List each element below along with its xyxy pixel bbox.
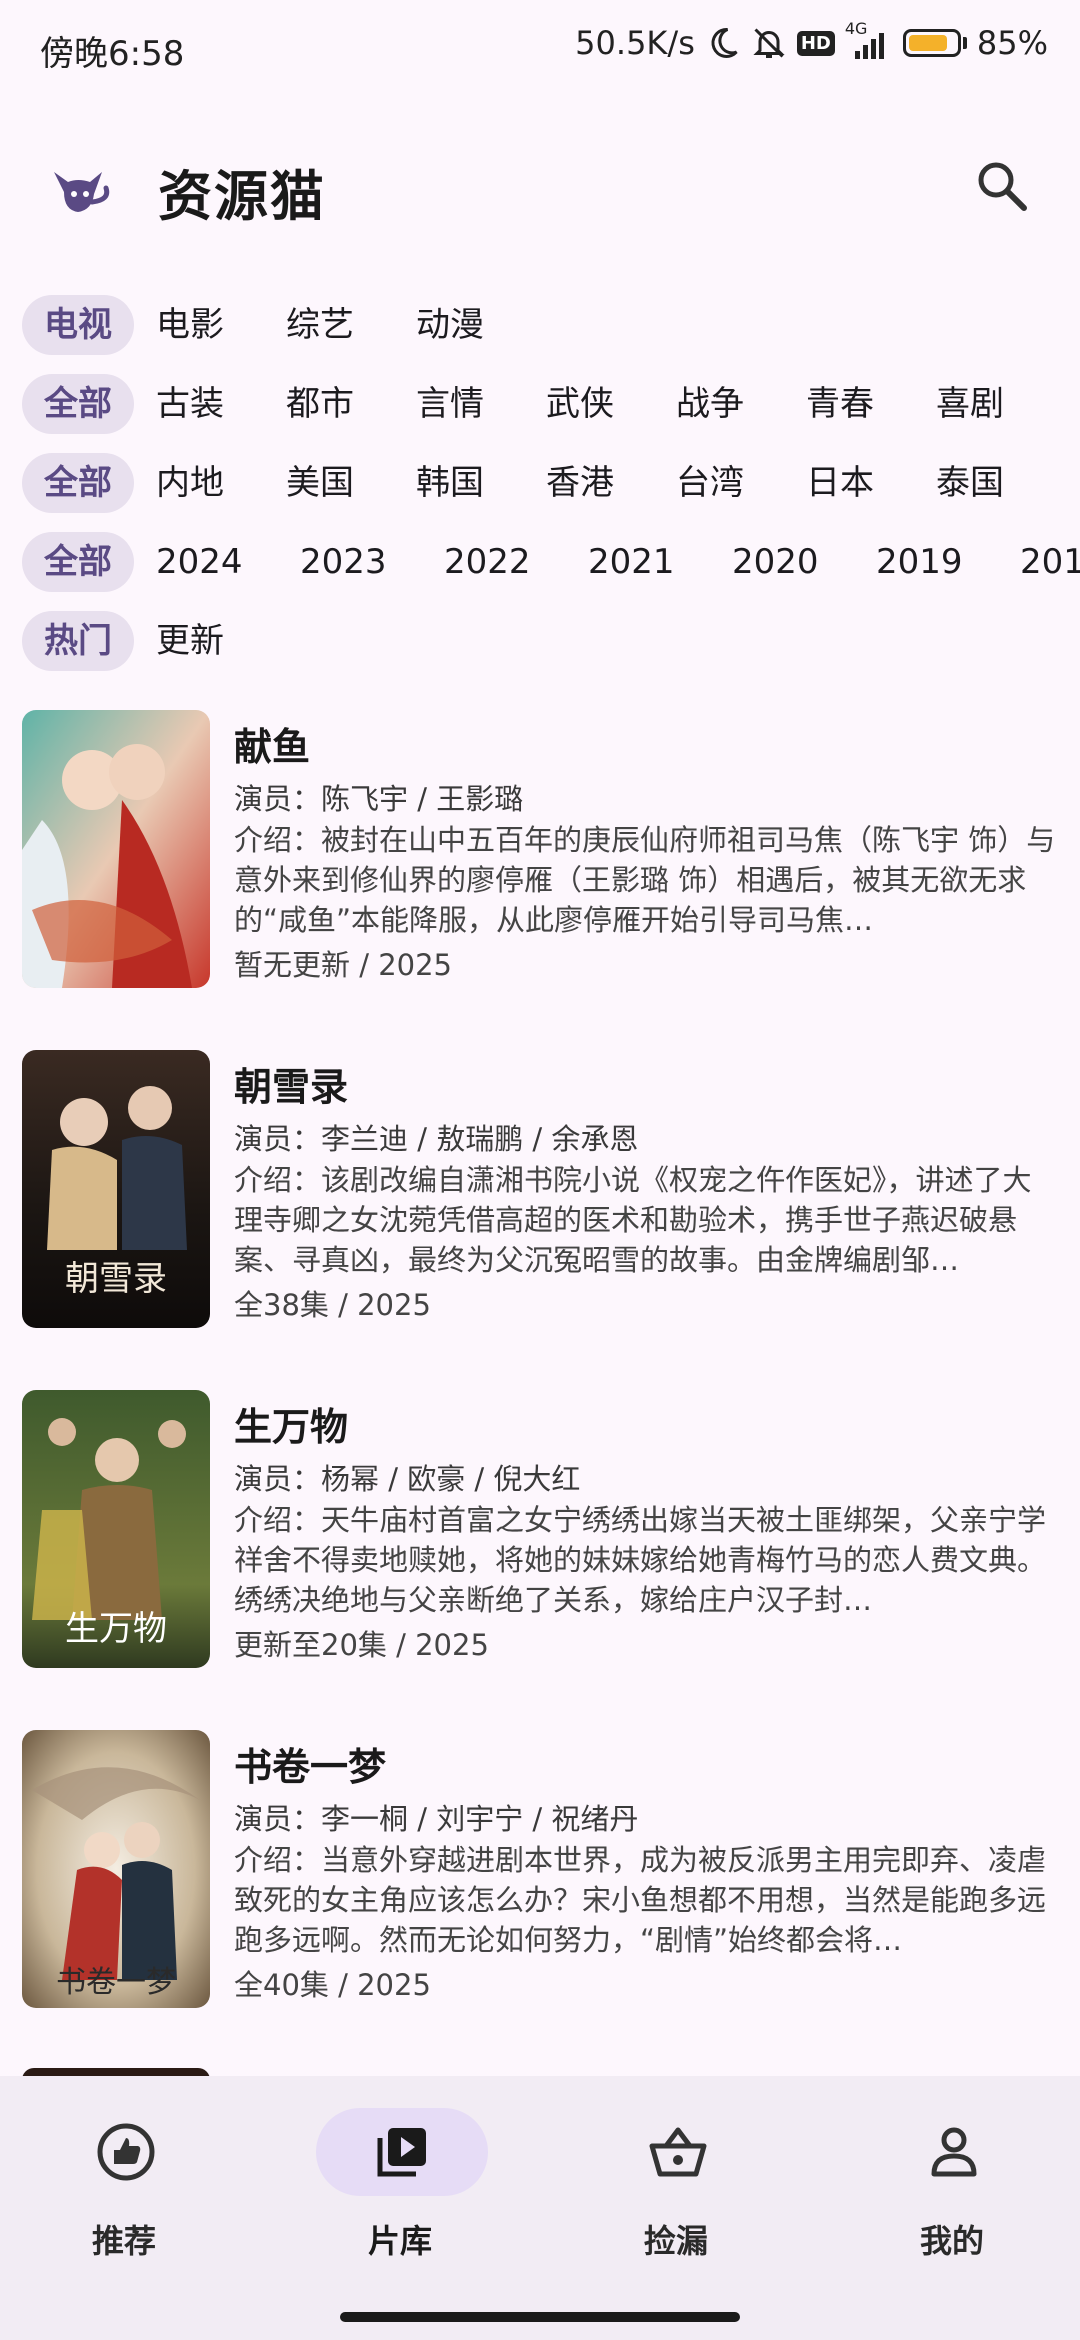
moon-icon: [705, 25, 741, 61]
nav-label: 推荐: [91, 2222, 156, 2260]
status-bar: 傍晚6:58 50.5K/s HD 4G 85%: [0, 0, 1080, 96]
poster-image: 朝雪录: [22, 1050, 210, 1328]
drama-title: 朝雪录: [234, 1065, 349, 1109]
search-icon: [978, 162, 1027, 211]
filter-option[interactable]: 2023: [300, 532, 400, 592]
filter-row-year: 全部 2024 2023 2022 2021 2020 2019 2018: [0, 529, 1080, 595]
cat-logo-icon: [44, 152, 116, 224]
drama-meta: 暂无更新 / 2025: [234, 948, 453, 982]
search-button[interactable]: [970, 154, 1034, 218]
thumbs-up-icon: [96, 2122, 156, 2182]
nav-item-deals[interactable]: 捡漏: [576, 2106, 776, 2286]
filter-option[interactable]: 古装: [156, 374, 242, 434]
filter-option[interactable]: 香港: [546, 453, 632, 513]
filter-option[interactable]: 2024: [156, 532, 256, 592]
list-item[interactable]: 生万物 生万物 演员：杨幂 / 欧豪 / 倪大红 介绍：天牛庙村首富之女宁绣绣出…: [0, 1390, 1080, 1670]
filter-option[interactable]: 喜剧: [936, 374, 1022, 434]
filter-chip-selected[interactable]: 全部: [22, 453, 134, 513]
filter-option[interactable]: 2019: [876, 532, 976, 592]
nav-label: 捡漏: [643, 2222, 708, 2260]
drama-intro: 介绍：被封在山中五百年的庚辰仙府师祖司马焦（陈飞宇 饰）与意外来到修仙界的廖停雁…: [234, 823, 1056, 937]
filter-option[interactable]: 青春: [806, 374, 892, 434]
list-item[interactable]: 朝雪录 朝雪录 演员：李兰迪 / 敖瑞鹏 / 余承恩 介绍：该剧改编自潇湘书院小…: [0, 1050, 1080, 1330]
filter-option[interactable]: 2022: [444, 532, 544, 592]
filter-option[interactable]: 日本: [806, 453, 892, 513]
filter-option[interactable]: 泰国: [936, 453, 1022, 513]
drama-intro: 介绍：该剧改编自潇湘书院小说《权宠之仵作医妃》，讲述了大理寺卿之女沈菀凭借高超的…: [234, 1163, 1032, 1277]
drama-meta: 全38集 / 2025: [234, 1288, 431, 1322]
status-time: 傍晚6:58: [40, 34, 185, 74]
filter-row-type: 电视 电影 综艺 动漫: [0, 292, 1080, 358]
bell-off-icon: [751, 25, 787, 61]
filter-option[interactable]: 言情: [416, 374, 502, 434]
filter-option[interactable]: 电影: [156, 295, 242, 355]
drama-title: 生万物: [234, 1405, 349, 1449]
drama-intro: 介绍：天牛庙村首富之女宁绣绣出嫁当天被土匪绑架，父亲宁学祥舍不得卖地赎她，将她的…: [234, 1503, 1047, 1617]
filter-option[interactable]: 2018: [1020, 532, 1080, 592]
app-title: 资源猫: [158, 164, 326, 228]
battery-percent: 85%: [976, 24, 1048, 62]
drama-cast: 演员：杨幂 / 欧豪 / 倪大红: [234, 1462, 581, 1496]
filter-option[interactable]: 战争: [676, 374, 762, 434]
nav-item-library[interactable]: 片库: [300, 2106, 500, 2286]
filter-option[interactable]: 动漫: [416, 295, 502, 355]
bottom-navigation: 推荐 片库 捡漏 我的: [0, 2076, 1080, 2340]
home-indicator[interactable]: [340, 2312, 740, 2322]
filter-option[interactable]: 台湾: [676, 453, 762, 513]
filter-chip-selected[interactable]: 全部: [22, 532, 134, 592]
app-bar: 资源猫: [0, 130, 1080, 240]
filter-option[interactable]: 2021: [588, 532, 688, 592]
poster-image: [22, 710, 210, 988]
filter-option[interactable]: 内地: [156, 453, 242, 513]
poster-image: 生万物: [22, 1390, 210, 1668]
drama-title: 献鱼: [234, 725, 311, 769]
nav-label: 片库: [367, 2222, 432, 2260]
filter-row-sort: 热门 更新: [0, 608, 1080, 674]
filter-chip-selected[interactable]: 全部: [22, 374, 134, 434]
filter-option[interactable]: 美国: [286, 453, 372, 513]
svg-text:朝雪录: 朝雪录: [65, 1259, 167, 1299]
filter-option[interactable]: 武侠: [546, 374, 632, 434]
svg-text:生万物: 生万物: [65, 1609, 167, 1649]
list-item[interactable]: 献鱼 演员：陈飞宇 / 王影璐 介绍：被封在山中五百年的庚辰仙府师祖司马焦（陈飞…: [0, 710, 1080, 990]
drama-cast: 演员：李兰迪 / 敖瑞鹏 / 余承恩: [234, 1122, 639, 1156]
drama-meta: 更新至20集 / 2025: [234, 1628, 489, 1662]
poster-image: 书卷一梦: [22, 1730, 210, 2008]
filter-option[interactable]: 都市: [286, 374, 372, 434]
video-library-icon: [372, 2122, 432, 2182]
battery-icon: [902, 29, 967, 57]
person-icon: [924, 2122, 984, 2182]
svg-text:书卷一梦: 书卷一梦: [56, 1965, 176, 2000]
filter-option[interactable]: 更新: [156, 611, 242, 671]
filter-row-region: 全部 内地 美国 韩国 香港 台湾 日本 泰国: [0, 450, 1080, 516]
signal-icon: 4G: [845, 19, 893, 61]
basket-icon: [648, 2122, 708, 2182]
drama-intro: 介绍：当意外穿越进剧本世界，成为被反派男主用完即弃、凌虐致死的女主角应该怎么办？…: [234, 1843, 1047, 1957]
filter-option[interactable]: 综艺: [286, 295, 372, 355]
filter-row-genre: 全部 古装 都市 言情 武侠 战争 青春 喜剧: [0, 371, 1080, 437]
filter-chip-selected[interactable]: 热门: [22, 611, 134, 671]
filter-chip-selected[interactable]: 电视: [22, 295, 134, 355]
nav-item-profile[interactable]: 我的: [852, 2106, 1052, 2286]
nav-item-recommend[interactable]: 推荐: [24, 2106, 224, 2286]
hd-badge: HD: [796, 30, 835, 56]
nav-label: 我的: [919, 2222, 984, 2260]
filter-option[interactable]: 韩国: [416, 453, 502, 513]
list-item[interactable]: 书卷一梦 书卷一梦 演员：李一桐 / 刘宇宁 / 祝绪丹 介绍：当意外穿越进剧本…: [0, 1730, 1080, 2010]
drama-title: 书卷一梦: [234, 1745, 387, 1789]
drama-cast: 演员：李一桐 / 刘宇宁 / 祝绪丹: [234, 1802, 639, 1836]
drama-cast: 演员：陈飞宇 / 王影璐: [234, 782, 524, 816]
net-speed: 50.5K/s: [575, 24, 695, 62]
filter-option[interactable]: 2020: [732, 532, 832, 592]
drama-meta: 全40集 / 2025: [234, 1968, 431, 2002]
